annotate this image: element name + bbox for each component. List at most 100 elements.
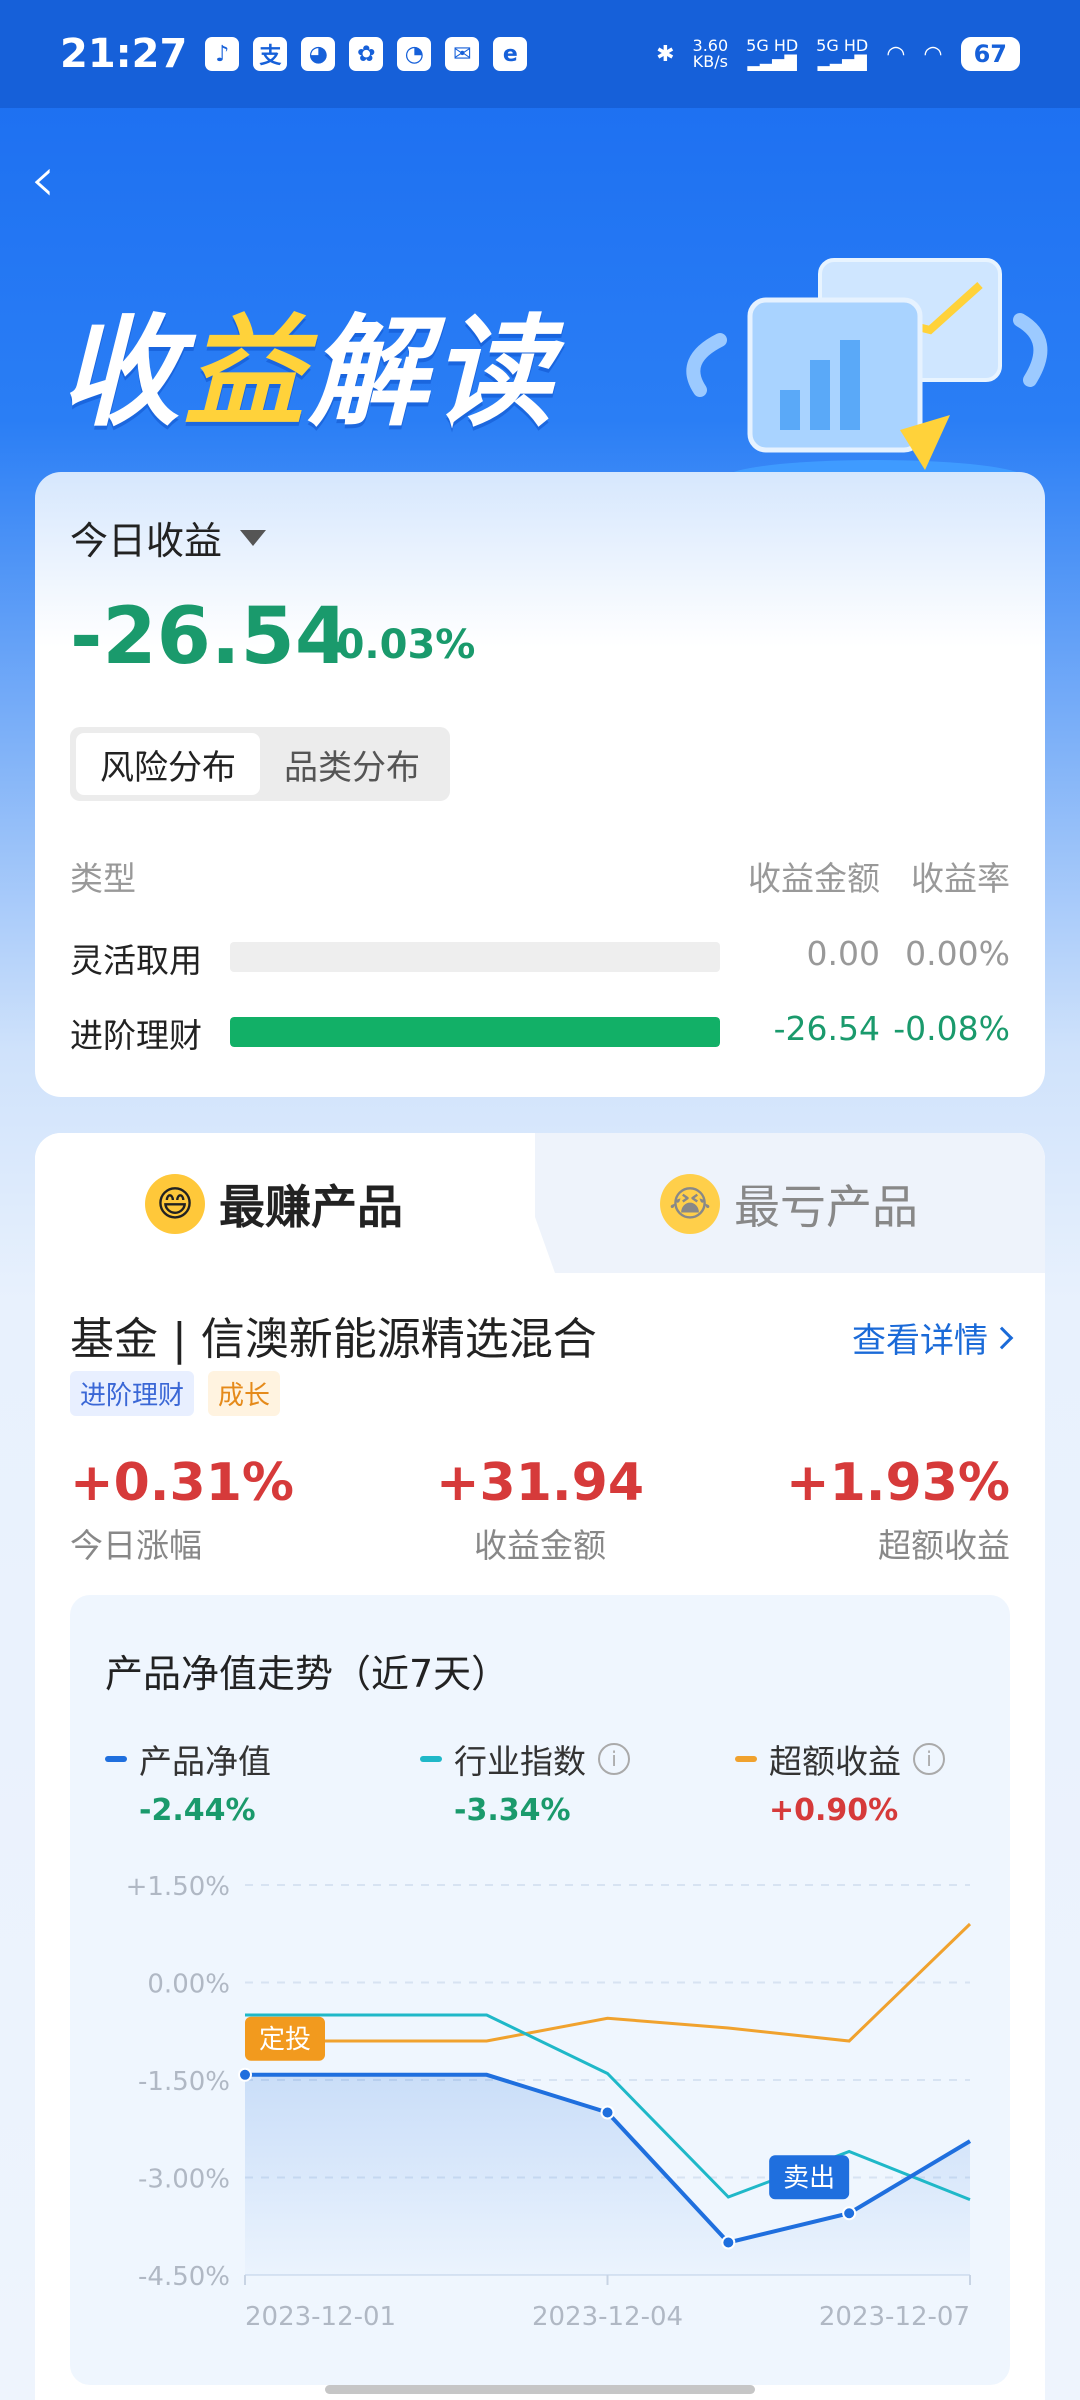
signal-bars-icon: ▂▃▅▇ bbox=[747, 52, 797, 71]
app-icon: ◕ bbox=[301, 37, 336, 71]
line-chart: +1.50% 0.00% -1.50% -3.00% -4.50% 2023-12-01 2… bbox=[126, 1872, 972, 2332]
data-point bbox=[238, 2067, 252, 2082]
home-indicator[interactable] bbox=[325, 2385, 755, 2394]
status-right: ✱ 3.60 KB/s 5G HD ▂▃▅▇ 5G HD ▂▃▅▇ ◠ ◠ 67 bbox=[656, 37, 1020, 71]
tab-best-product[interactable]: 😄 最赚产品 bbox=[145, 1171, 403, 1237]
title-part-2: 益 bbox=[184, 304, 308, 443]
y-tick-label: -3.00% bbox=[138, 2165, 230, 2195]
notification-icons: ♪ 支 ◕ ✿ ◔ ✉ e bbox=[205, 37, 528, 71]
net-speed: 3.60 KB/s bbox=[693, 38, 729, 70]
bluetooth-icon: ✱ bbox=[656, 41, 675, 67]
products-card: 😄 最赚产品 😭 最亏产品 基金 | 信澳新能源精选混合 查看详情 进阶理财 成… bbox=[35, 1133, 1045, 2400]
y-tick-label: +1.50% bbox=[126, 1872, 230, 1902]
legend-swatch bbox=[105, 1756, 127, 1762]
title-part-3: 解读 bbox=[308, 304, 556, 443]
chevron-left-icon[interactable]: ‹ bbox=[30, 148, 90, 212]
x-tick-label: 2023-12-07 bbox=[819, 2302, 970, 2332]
y-tick-label: -1.50% bbox=[138, 2067, 230, 2097]
distribution-toggle: 风险分布 品类分布 bbox=[70, 727, 450, 801]
battery-icon: 67 bbox=[960, 37, 1020, 71]
x-tick-label: 2023-12-01 bbox=[245, 2302, 396, 2332]
chevron-right-icon bbox=[990, 1326, 1014, 1349]
tag: 成长 bbox=[208, 1371, 281, 1416]
row-bar-fill bbox=[230, 1017, 720, 1047]
chart-illustration-icon bbox=[686, 258, 1048, 507]
legend-item: 产品净值 -2.44% bbox=[105, 1735, 271, 1828]
y-tick-label: -4.50% bbox=[138, 2262, 230, 2292]
info-icon[interactable]: i bbox=[598, 1743, 630, 1775]
table-row: 灵活取用 0.00 0.00% bbox=[70, 934, 1010, 980]
tab-risk-distribution[interactable]: 风险分布 bbox=[76, 733, 260, 795]
product-tabs: 😄 最赚产品 😭 最亏产品 bbox=[35, 1133, 1045, 1273]
x-tick-label: 2023-12-04 bbox=[532, 2302, 683, 2332]
today-earnings-card: 今日收益 -26.54 -0.03% 风险分布 品类分布 类型 收益金额 收益率… bbox=[35, 472, 1045, 1097]
view-details-link[interactable]: 查看详情 bbox=[852, 1313, 1014, 1362]
data-point bbox=[721, 2235, 736, 2250]
metric-label: 收益金额 bbox=[474, 1526, 606, 1565]
series-area bbox=[245, 2074, 970, 2275]
title-part-1: 收 bbox=[60, 304, 184, 443]
chart-title: 产品净值走势（近7天） bbox=[105, 1652, 510, 1696]
tag: 进阶理财 bbox=[70, 1371, 195, 1416]
metric-value: +0.31% bbox=[70, 1453, 294, 1513]
app-icon: ◔ bbox=[397, 37, 432, 71]
today-earnings-amount: -26.54 bbox=[70, 592, 350, 682]
wifi-icon: ◠ bbox=[886, 41, 906, 67]
legend-label: 行业指数 bbox=[454, 1742, 586, 1781]
column-type: 类型 bbox=[70, 859, 136, 898]
annotation-label: 卖出 bbox=[783, 2163, 835, 2193]
series-line-3 bbox=[245, 1922, 972, 2043]
metric-label: 超额收益 bbox=[878, 1526, 1010, 1565]
happy-emoji-icon: 😄 bbox=[145, 1174, 205, 1234]
row-name: 灵活取用 bbox=[70, 941, 202, 980]
tab-worst-label: 最亏产品 bbox=[734, 1180, 918, 1234]
row-amount: -26.54 bbox=[773, 1009, 880, 1048]
metric-earnings: +31.94 收益金额 bbox=[436, 1453, 644, 1567]
signal-bars-icon: ▂▃▅▇ bbox=[817, 52, 867, 71]
legend-swatch bbox=[420, 1756, 442, 1762]
status-bar: 21:27 ♪ 支 ◕ ✿ ◔ ✉ e ✱ 3.60 KB/s 5G HD ▂▃… bbox=[0, 0, 1080, 108]
legend-label: 超额收益 bbox=[769, 1742, 901, 1781]
today-earnings-label: 今日收益 bbox=[70, 519, 223, 563]
metric-today-change: +0.31% 今日涨幅 bbox=[70, 1453, 294, 1567]
status-time: 21:27 bbox=[60, 31, 188, 77]
legend-value: -2.44% bbox=[139, 1793, 256, 1828]
alipay-icon: 支 bbox=[253, 37, 288, 71]
legend-item: 超额收益 i +0.90% bbox=[735, 1735, 945, 1828]
row-amount: 0.00 bbox=[806, 934, 880, 973]
row-rate: -0.08% bbox=[893, 1009, 1010, 1048]
column-rate: 收益率 bbox=[911, 859, 1010, 898]
info-icon[interactable]: i bbox=[913, 1743, 945, 1775]
row-bar bbox=[230, 942, 720, 972]
tab-worst-product[interactable]: 😭 最亏产品 bbox=[660, 1171, 918, 1237]
signal-2: 5G HD ▂▃▅▇ bbox=[816, 38, 868, 70]
metric-excess-return: +1.93% 超额收益 bbox=[786, 1453, 1010, 1567]
fund-metrics: +0.31% 今日涨幅 +31.94 收益金额 +1.93% 超额收益 bbox=[70, 1453, 1010, 1573]
view-details-label: 查看详情 bbox=[852, 1321, 988, 1361]
fund-name: 基金 | 信澳新能源精选混合 bbox=[70, 1314, 597, 1365]
nav-trend-chart: 产品净值走势（近7天） 产品净值 -2.44% 行业指数 i -3.34% 超额收… bbox=[70, 1595, 1010, 2385]
today-earnings-dropdown[interactable]: 今日收益 bbox=[70, 510, 267, 565]
page-title: 收益解读 bbox=[60, 275, 556, 449]
app-icon: e bbox=[493, 37, 528, 71]
tab-category-distribution[interactable]: 品类分布 bbox=[260, 733, 444, 795]
table-row: 进阶理财 -26.54 -0.08% bbox=[70, 1009, 1010, 1055]
column-amount: 收益金额 bbox=[748, 859, 880, 898]
legend-label: 产品净值 bbox=[139, 1742, 271, 1781]
net-speed-unit: KB/s bbox=[692, 52, 728, 71]
y-tick-label: 0.00% bbox=[147, 1970, 230, 2000]
row-rate: 0.00% bbox=[905, 934, 1010, 973]
metric-value: +1.93% bbox=[786, 1453, 1010, 1513]
fund-tags: 进阶理财 成长 bbox=[70, 1371, 281, 1416]
wifi-icon: ◠ bbox=[923, 41, 943, 67]
annotation-label: 定投 bbox=[259, 2025, 311, 2055]
legend-item: 行业指数 i -3.34% bbox=[420, 1735, 630, 1828]
legend-value: -3.34% bbox=[454, 1793, 571, 1828]
app-icon: ✉ bbox=[445, 37, 480, 71]
data-point bbox=[842, 2206, 857, 2221]
app-icon: ✿ bbox=[349, 37, 384, 71]
metric-value: +31.94 bbox=[435, 1453, 645, 1513]
data-point bbox=[600, 2105, 615, 2120]
tab-best-label: 最赚产品 bbox=[219, 1180, 403, 1234]
crying-emoji-icon: 😭 bbox=[660, 1174, 720, 1234]
